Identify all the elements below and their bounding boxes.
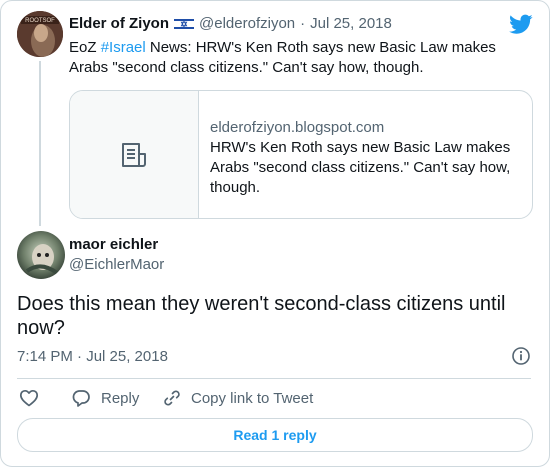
- link-preview-text: elderofziyon.blogspot.com HRW's Ken Roth…: [210, 118, 524, 198]
- info-icon[interactable]: [512, 347, 530, 365]
- twitter-logo-icon[interactable]: [509, 14, 533, 35]
- document-icon: [122, 143, 146, 167]
- dot-separator: ·: [300, 15, 306, 32]
- heart-icon: [19, 389, 39, 407]
- reply-label: Reply: [101, 389, 140, 407]
- thread-line: [39, 61, 41, 226]
- like-button[interactable]: [19, 388, 39, 408]
- hashtag-link[interactable]: #Israel: [101, 39, 146, 56]
- avatar-text: ROOTSOF: [25, 18, 55, 24]
- link-icon: [164, 390, 180, 406]
- read-replies-label: Read 1 reply: [233, 427, 317, 443]
- israel-flag-icon: [174, 16, 195, 31]
- main-author-handle[interactable]: @EichlerMaor: [69, 255, 369, 275]
- link-preview-thumbnail: [70, 91, 199, 218]
- link-preview-card[interactable]: elderofziyon.blogspot.com HRW's Ken Roth…: [69, 90, 533, 219]
- avatar-image: ROOTSOF: [17, 11, 63, 57]
- main-tweet-author: maor eichler @EichlerMaor: [69, 235, 369, 275]
- parent-tweet-date[interactable]: Jul 25, 2018: [310, 15, 392, 32]
- copy-link-button[interactable]: Copy link to Tweet: [162, 388, 313, 408]
- link-preview-title: HRW's Ken Roth says new Basic Law makes …: [210, 139, 511, 196]
- parent-author-name[interactable]: Elder of Ziyon: [69, 15, 169, 32]
- parent-author-handle[interactable]: @elderofziyon: [199, 15, 295, 32]
- reply-icon: [72, 390, 90, 407]
- tweet-timestamp[interactable]: 7:14 PM · Jul 25, 2018: [17, 347, 168, 367]
- main-author-name[interactable]: maor eichler: [69, 235, 369, 255]
- main-author-avatar[interactable]: [17, 231, 65, 279]
- read-replies-button[interactable]: Read 1 reply: [17, 418, 533, 452]
- divider: [17, 378, 531, 379]
- avatar-image: [17, 231, 65, 279]
- parent-text-prefix: EoZ: [69, 39, 101, 56]
- parent-tweet-text: EoZ #Israel News: HRW's Ken Roth says ne…: [69, 38, 529, 78]
- reply-button[interactable]: Reply: [71, 388, 139, 408]
- link-preview-domain: elderofziyon.blogspot.com: [210, 119, 385, 136]
- main-tweet-text: Does this mean they weren't second-class…: [17, 293, 506, 339]
- copy-link-label: Copy link to Tweet: [191, 389, 314, 407]
- parent-tweet-header: Elder of Ziyon @elderofziyon · Jul 25, 2…: [69, 15, 392, 32]
- parent-author-avatar[interactable]: ROOTSOF: [17, 11, 63, 57]
